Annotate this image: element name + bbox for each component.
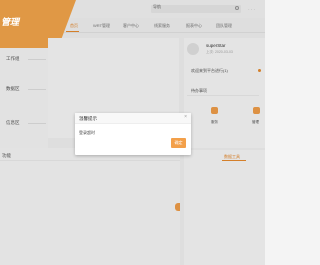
alert-dialog: 温馨提示 × 登录超时 确定 [75, 113, 191, 155]
dialog-message: 登录超时 [79, 130, 95, 135]
dialog-title: 温馨提示 [79, 116, 97, 121]
dialog-header: 温馨提示 × [75, 113, 191, 124]
logo[interactable]: 管理 [1, 15, 19, 28]
close-icon[interactable]: × [184, 115, 187, 120]
confirm-button[interactable]: 确定 [171, 138, 186, 148]
